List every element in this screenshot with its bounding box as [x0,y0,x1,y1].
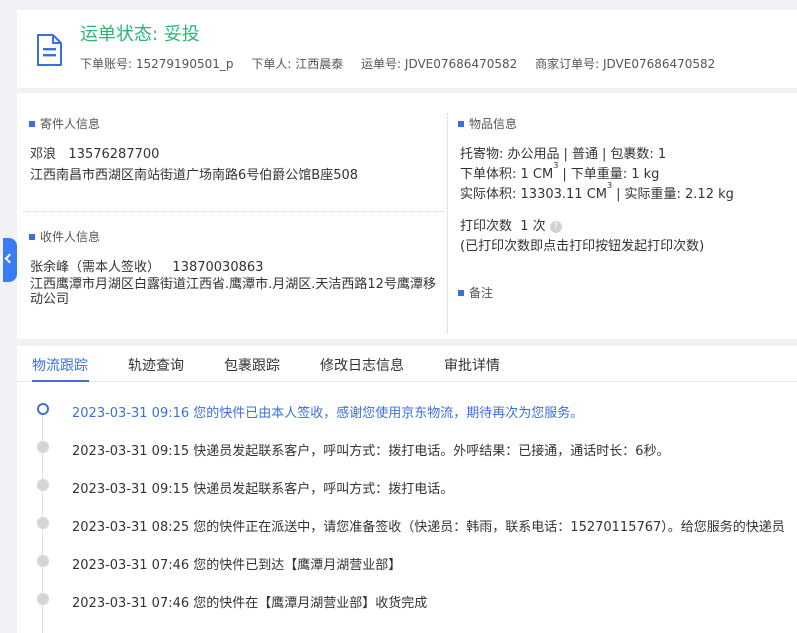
timeline-dot-icon [37,517,49,529]
timeline-item: 2023-03-31 09:15 快递员发起联系客户，呼叫方式：拨打电话。外呼结… [17,438,797,459]
goods-column: 物品信息 托寄物: 办公用品 | 普通 | 包裹数: 1 下单体积: 1 CM3| 下单重… [458,93,797,339]
tracking-tabs: 物流跟踪 轨迹查询 包裹跟踪 修改日志信息 审批详情 [17,346,797,382]
timeline-dot-icon [37,441,49,453]
tab-trajectory-query[interactable]: 轨迹查询 [128,355,184,375]
receiver-section-title: 收件人信息 [29,228,100,245]
remark-section-title: 备注 [458,284,493,301]
waybill-status: 运单状态: 妥投 [80,20,200,46]
status-label: 运单状态: [80,24,159,45]
sender-section-title: 寄件人信息 [29,115,100,132]
timeline-dot-icon [37,555,49,567]
section-marker-icon [29,120,35,127]
contact-column: 寄件人信息 邓浪 13576287700 江西南昌市西湖区南站街道广场南路6号伯… [17,93,445,339]
waybill-header: 运单状态: 妥投 下单账号: 15279190501_p 下单人: 江西晨泰 运… [17,10,797,88]
active-tab-indicator [32,380,89,382]
sidebar-toggle-button[interactable] [3,238,17,282]
status-value: 妥投 [163,24,200,45]
meta-waybill-no: 运单号: JDVE07686470582 [361,57,518,71]
section-divider [23,211,443,212]
timeline-item: 2023-03-31 09:15 快递员发起联系客户，呼叫方式：拨打电话。 [17,476,797,497]
section-marker-icon [29,233,35,240]
section-marker-icon [458,120,464,127]
document-icon [37,34,62,66]
tab-modification-log[interactable]: 修改日志信息 [320,355,404,375]
timeline-item: 2023-03-31 09:16 您的快件已由本人签收，感谢您使用京东物流，期待… [17,400,797,421]
goods-actual-dimensions: 实际体积: 13303.11 CM3| 实际重量: 2.12 kg [460,181,734,202]
timeline-dot-icon [37,403,49,415]
timeline-dot-icon [37,479,49,491]
timeline-item: 2023-03-31 07:46 您的快件已到达【鹰潭月湖营业部】 [17,552,797,573]
chevron-left-icon [4,253,15,264]
column-divider [447,113,448,333]
tab-package-tracking[interactable]: 包裹跟踪 [224,355,280,375]
section-marker-icon [458,289,464,296]
goods-item-line: 托寄物: 办公用品 | 普通 | 包裹数: 1 [460,147,667,162]
tab-approval-details[interactable]: 审批详情 [444,355,500,375]
info-panel: 寄件人信息 邓浪 13576287700 江西南昌市西湖区南站街道广场南路6号伯… [17,93,797,339]
meta-account: 下单账号: 15279190501_p [80,57,234,71]
print-count: 打印次数 1 次? [460,215,562,234]
waybill-meta: 下单账号: 15279190501_p 下单人: 江西晨泰 运单号: JDVE0… [80,55,729,72]
help-icon[interactable]: ? [549,220,562,233]
goods-order-dimensions: 下单体积: 1 CM3| 下单重量: 1 kg [460,161,660,182]
receiver-name-phone: 张余峰（需本人签收） 13870030863 [30,260,264,275]
receiver-address: 江西鹰潭市月湖区白露街道江西省.鹰潭市.月湖区.天洁西路12号鹰潭移动公司 [30,277,436,307]
timeline-dot-icon [37,593,49,605]
sender-name-phone: 邓浪 13576287700 [30,147,160,162]
timeline-item: 2023-03-31 08:25 您的快件正在派送中，请您准备签收（快递员：韩雨… [17,514,797,535]
tracking-panel: 物流跟踪 轨迹查询 包裹跟踪 修改日志信息 审批详情 2023-03-31 09… [17,346,797,633]
goods-section-title: 物品信息 [458,115,517,132]
meta-merchant-order-no: 商家订单号: JDVE07686470582 [535,57,716,71]
print-note: (已打印次数即点击打印按钮发起打印次数) [460,239,705,254]
timeline-item: 2023-03-31 07:46 您的快件在【鹰潭月湖营业部】收货完成 [17,590,797,611]
tab-logistics-tracking[interactable]: 物流跟踪 [32,355,88,375]
meta-orderer: 下单人: 江西晨泰 [251,57,344,71]
sender-address: 江西南昌市西湖区南站街道广场南路6号伯爵公馆B座508 [30,168,359,183]
